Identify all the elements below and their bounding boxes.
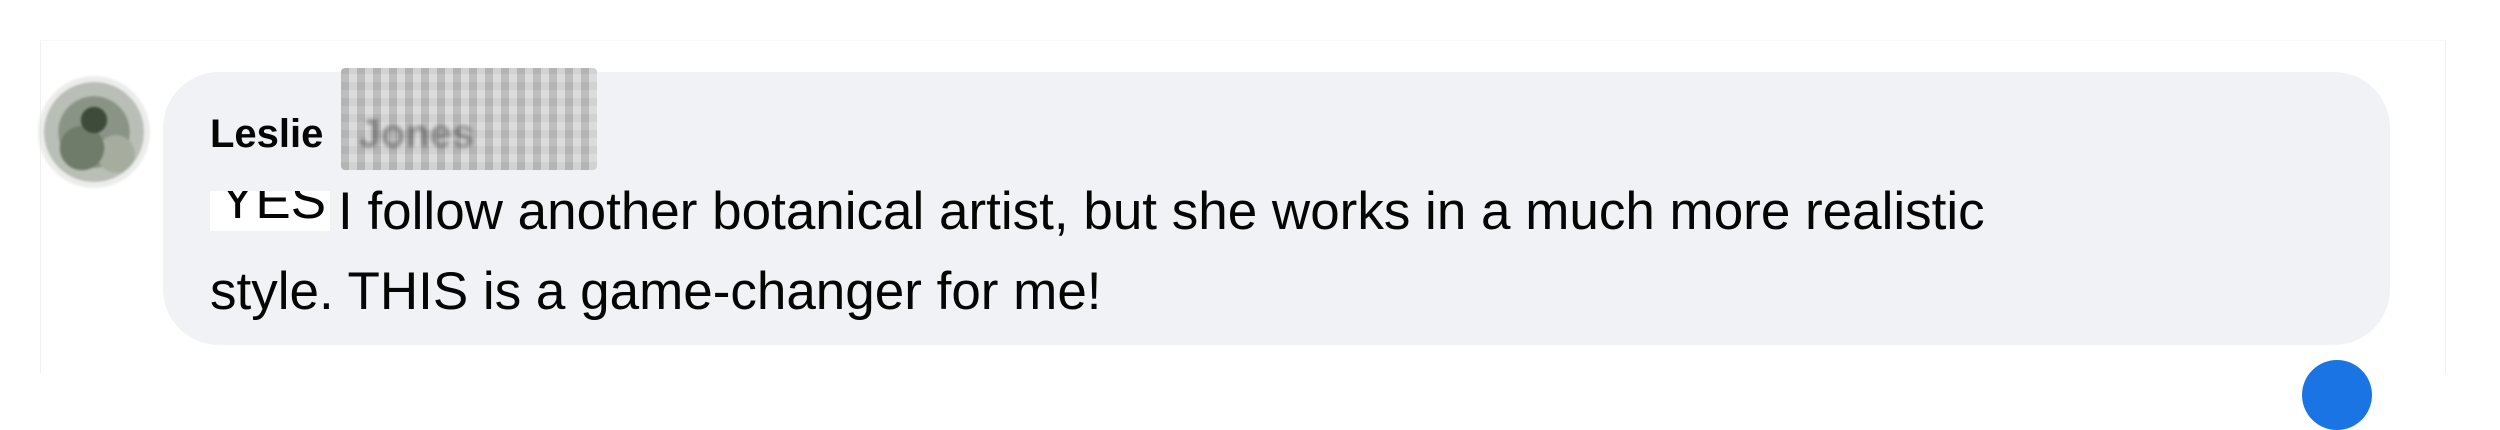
- like-reaction-icon[interactable]: [2302, 360, 2372, 430]
- comment-text: YES! I follow another botanical artist, b…: [210, 172, 2360, 332]
- redacted-text: YES!: [210, 191, 330, 231]
- comment-author[interactable]: Leslie Jones: [210, 68, 597, 170]
- author-last-name-redacted: Jones: [340, 68, 597, 170]
- author-first-name[interactable]: Leslie: [210, 112, 323, 156]
- comment-line-1: I follow another botanical artist, but s…: [338, 182, 1985, 241]
- comment-line-2: style. THIS is a game-changer for me!: [210, 262, 1102, 321]
- avatar[interactable]: [44, 82, 144, 182]
